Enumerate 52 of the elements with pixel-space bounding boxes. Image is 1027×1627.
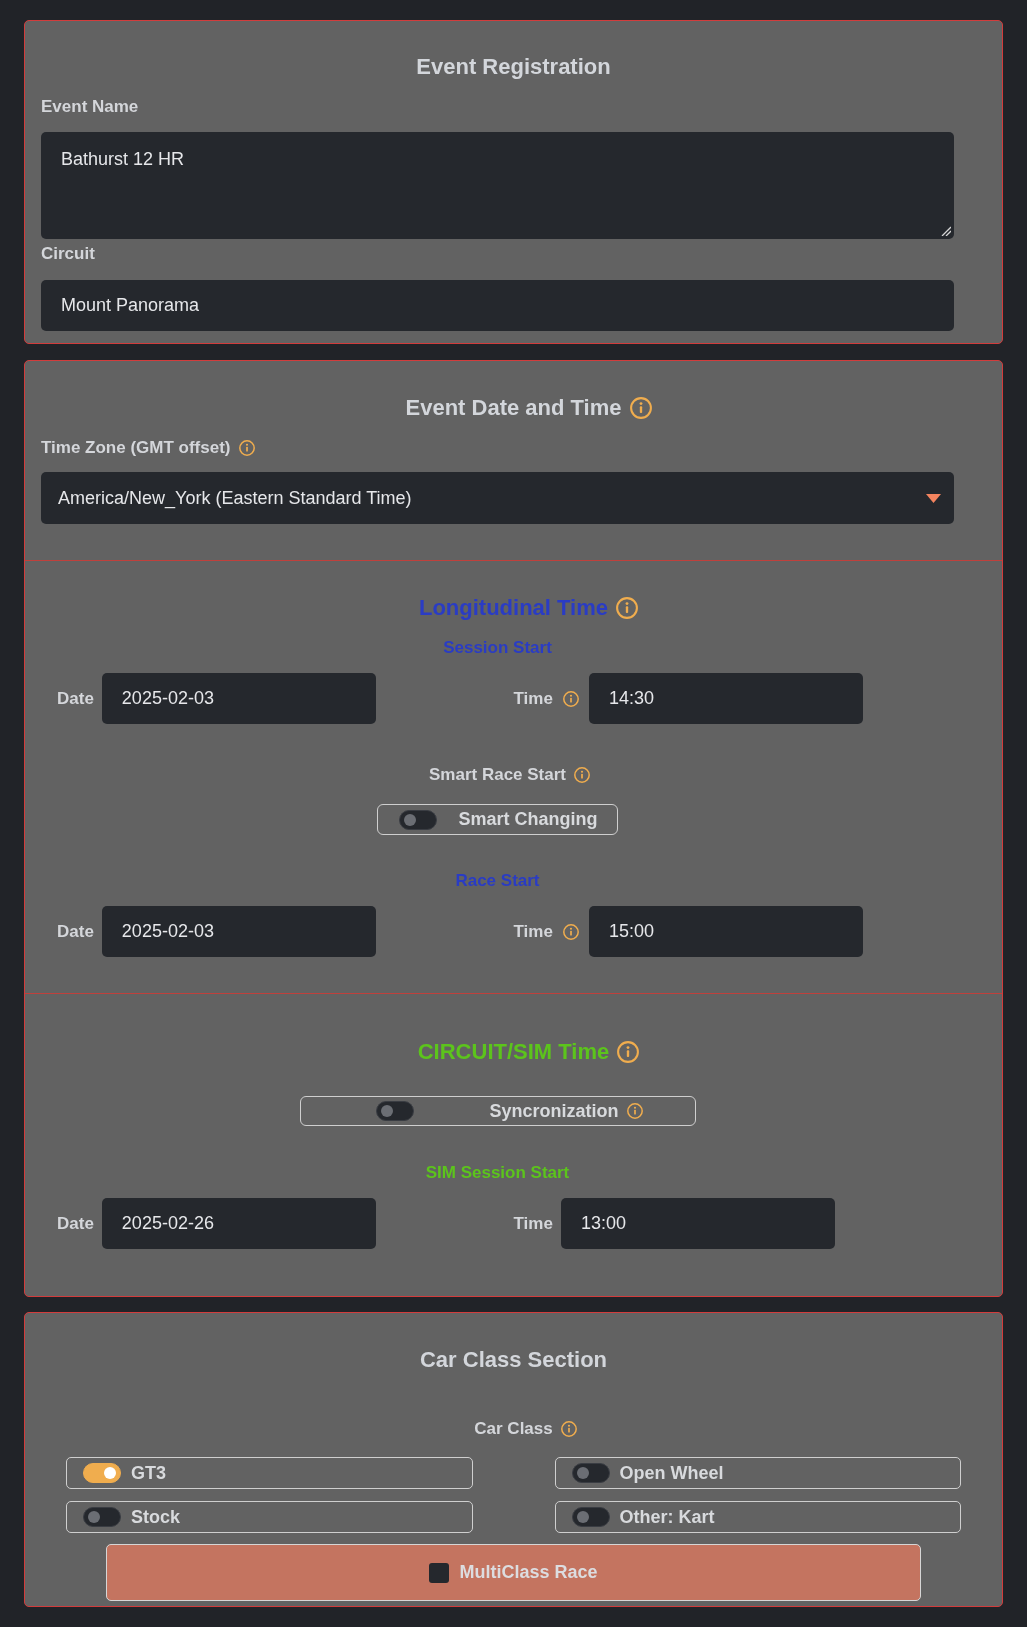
- toggle-switch[interactable]: [571, 1463, 610, 1483]
- info-icon[interactable]: [562, 923, 579, 940]
- toggle-switch[interactable]: [83, 1507, 121, 1527]
- text-field[interactable]: Mount Panorama: [41, 280, 954, 331]
- time-zone-select[interactable]: America/New_York (Eastern Standard Time): [41, 472, 954, 524]
- toggle-option[interactable]: Syncronization: [299, 1096, 696, 1126]
- resize-grip-icon[interactable]: [941, 226, 951, 236]
- time-label: Time: [513, 920, 553, 943]
- info-icon[interactable]: [617, 1041, 640, 1063]
- field-label: Time Zone (GMT offset): [41, 437, 231, 459]
- toggle-option[interactable]: GT3: [66, 1457, 473, 1489]
- date-label: Date: [57, 687, 94, 710]
- date-label: Date: [57, 920, 94, 943]
- toggle-option[interactable]: Open Wheel: [554, 1457, 961, 1489]
- time-label: Time: [513, 1212, 553, 1235]
- section-title: Car Class Section: [419, 1346, 608, 1374]
- field-label: Car Class: [474, 1418, 553, 1440]
- toggle-switch[interactable]: [83, 1463, 121, 1483]
- info-icon[interactable]: [574, 767, 590, 783]
- toggle-option[interactable]: Stock: [66, 1501, 473, 1533]
- date-field[interactable]: 2025-02-03: [101, 906, 376, 957]
- section-title: Event Registration: [416, 53, 611, 81]
- toggle-option[interactable]: Other: Kart: [554, 1501, 961, 1533]
- field-label: Smart Race Start: [429, 764, 566, 786]
- info-icon[interactable]: [562, 690, 579, 707]
- time-label: Time: [513, 687, 553, 710]
- info-icon[interactable]: [238, 440, 255, 456]
- date-field[interactable]: 2025-02-26: [101, 1198, 376, 1249]
- text-area[interactable]: Bathurst 12 HR: [41, 132, 954, 239]
- info-icon[interactable]: [629, 397, 652, 419]
- time-field[interactable]: 14:30: [588, 673, 863, 724]
- section-title: Event Date and Time: [405, 394, 622, 422]
- info-icon[interactable]: [616, 597, 638, 619]
- subsection-heading: SIM Session Start: [425, 1163, 570, 1182]
- info-icon[interactable]: [560, 1421, 577, 1437]
- time-field[interactable]: 13:00: [560, 1198, 835, 1249]
- time-field[interactable]: 15:00: [588, 906, 863, 957]
- toggle-switch[interactable]: [399, 809, 438, 830]
- caret-down-icon: [926, 493, 941, 503]
- field-label: Circuit: [41, 243, 95, 265]
- info-icon[interactable]: [626, 1103, 643, 1119]
- section-title: Longitudinal Time: [419, 594, 608, 622]
- toggle-switch[interactable]: [375, 1101, 414, 1121]
- date-label: Date: [57, 1212, 94, 1235]
- toggle-option[interactable]: Smart Changing: [377, 804, 618, 835]
- toggle-switch[interactable]: [571, 1507, 610, 1527]
- field-label: Event Name: [41, 96, 139, 118]
- date-field[interactable]: 2025-02-03: [101, 673, 376, 724]
- subsection-heading: Race Start: [455, 871, 540, 890]
- subsection-heading: Session Start: [443, 638, 552, 657]
- section-title: CIRCUIT/SIM Time: [417, 1038, 610, 1066]
- checkbox[interactable]: [429, 1562, 450, 1583]
